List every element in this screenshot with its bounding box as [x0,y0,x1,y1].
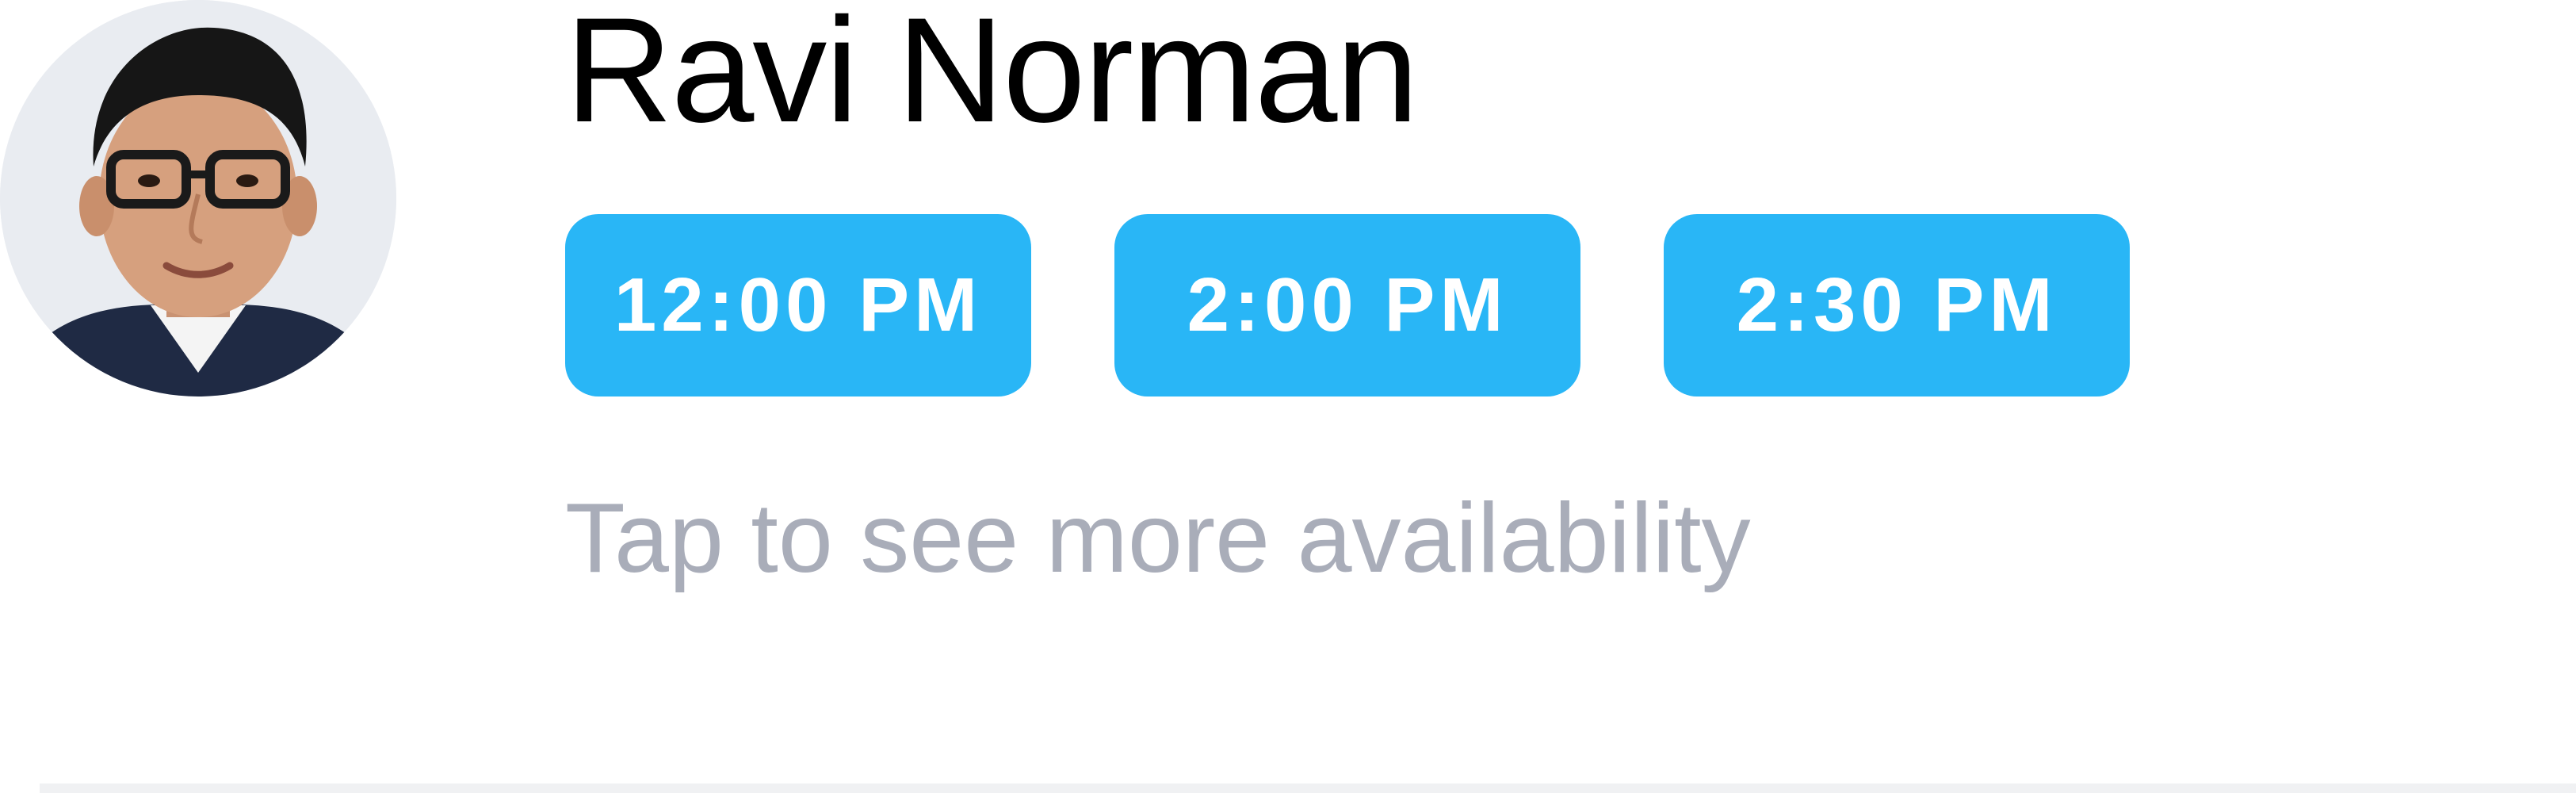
more-availability-link[interactable]: Tap to see more availability [565,480,1751,598]
time-slot-button-3[interactable]: 2:30 PM [1664,214,2130,396]
time-slot-button-2[interactable]: 2:00 PM [1114,214,1580,396]
person-photo-icon [0,0,396,396]
avatar [0,0,396,396]
profile-name: Ravi Norman [565,0,1419,153]
time-slot-button-1[interactable]: 12:00 PM [565,214,1031,396]
divider [40,783,2576,793]
